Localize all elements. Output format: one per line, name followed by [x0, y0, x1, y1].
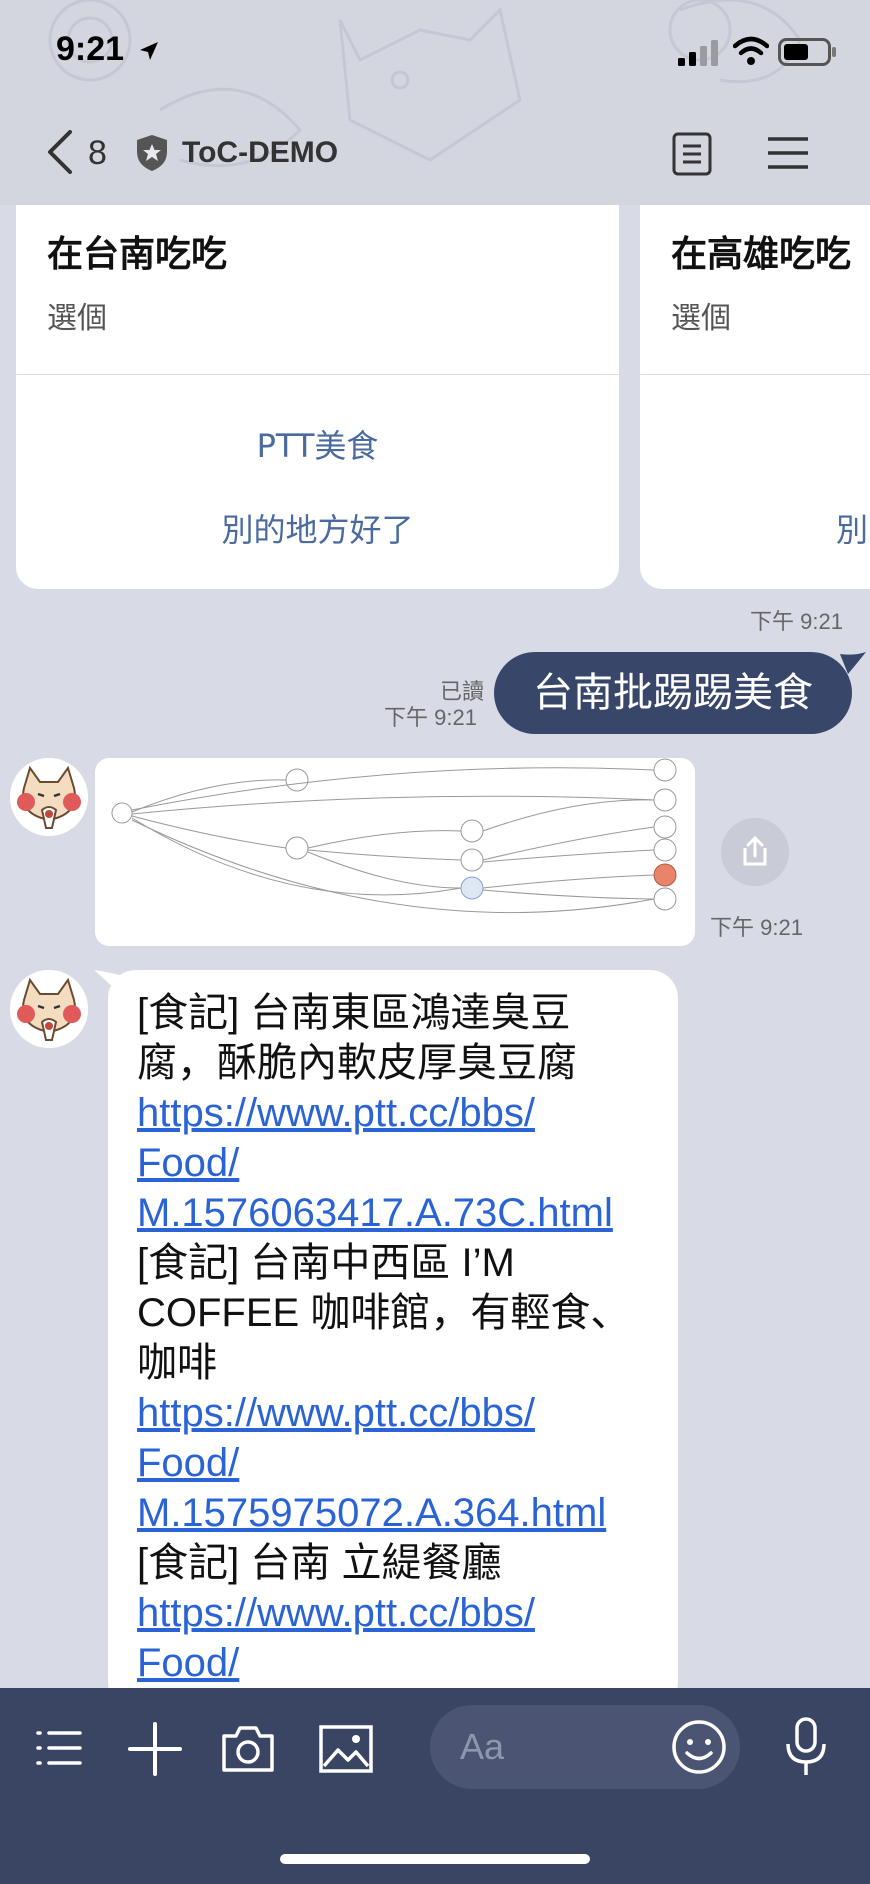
avatar[interactable]: [10, 970, 88, 1048]
message-link[interactable]: https://www.ptt.cc/bbs/: [137, 1088, 535, 1138]
share-button[interactable]: [721, 818, 789, 886]
cat-avatar-icon: [10, 758, 88, 836]
carousel-card-kaohsiung: 在高雄吃吃 選個 別: [640, 205, 870, 589]
image-icon[interactable]: [318, 1724, 374, 1774]
emoji-icon[interactable]: [670, 1718, 728, 1776]
card-title: 在高雄吃吃: [671, 234, 852, 275]
message-text-line: [食記] 台南東區鴻達臭豆: [137, 991, 571, 1035]
chat-title: ToC-DEMO: [182, 136, 339, 169]
message-text-line: 腐，酥脆內軟皮厚臭豆腐: [137, 1041, 577, 1085]
plus-icon[interactable]: [128, 1722, 182, 1776]
message-input[interactable]: [460, 1723, 640, 1771]
state-diagram-image: [111, 758, 677, 914]
card-divider: [16, 374, 619, 375]
card-action-other-place[interactable]: 別的地方好了: [16, 505, 619, 551]
message-link[interactable]: https://www.ptt.cc/bbs/: [137, 1588, 535, 1638]
carousel-timestamp: 下午 9:21: [750, 609, 843, 634]
home-indicator: [280, 1854, 590, 1864]
carousel-card-tainan: 在台南吃吃 選個 PTT美食 別的地方好了: [16, 205, 619, 589]
card-action-ptt-food[interactable]: PTT美食: [16, 421, 619, 467]
header-decoration: [48, 0, 802, 168]
microphone-icon[interactable]: [784, 1716, 828, 1778]
card-title: 在台南吃吃: [47, 234, 228, 275]
notes-icon[interactable]: [672, 132, 712, 176]
card-subtitle: 選個: [671, 301, 731, 336]
menu-icon[interactable]: [766, 136, 810, 170]
signal-icon: [678, 40, 718, 66]
camera-icon[interactable]: [220, 1724, 276, 1774]
outgoing-timestamp: 下午 9:21: [384, 705, 477, 730]
bubble-tail: [840, 652, 866, 674]
message-link[interactable]: Food/: [137, 1438, 239, 1488]
card-action-other-place[interactable]: 別: [836, 505, 868, 551]
message-text-line: [食記] 台南 立緹餐廳: [137, 1541, 502, 1585]
location-arrow-icon: [140, 42, 158, 60]
message-text-line: 咖啡: [137, 1341, 217, 1385]
message-link[interactable]: https://www.ptt.cc/bbs/: [137, 1388, 535, 1438]
cat-avatar-icon: [10, 970, 88, 1048]
header-background: [0, 0, 870, 205]
wifi-icon: [733, 36, 769, 65]
message-link[interactable]: Food/: [137, 1138, 239, 1188]
message-link[interactable]: Food/: [137, 1638, 239, 1688]
unread-count[interactable]: 8: [88, 134, 107, 173]
chevron-left-icon[interactable]: [46, 130, 74, 174]
status-time: 9:21: [56, 30, 125, 68]
message-link[interactable]: M.1575975072.A.364.html: [137, 1488, 606, 1538]
image-message[interactable]: [95, 758, 695, 946]
share-icon: [743, 835, 767, 866]
outgoing-message-bubble[interactable]: 台南批踢踢美食: [494, 652, 852, 734]
card-divider: [640, 374, 870, 375]
card-subtitle: 選個: [47, 301, 107, 336]
shield-icon: [137, 135, 167, 171]
image-timestamp: 下午 9:21: [710, 915, 803, 940]
list-icon[interactable]: [34, 1728, 84, 1768]
avatar[interactable]: [10, 758, 88, 836]
battery-icon: [778, 38, 836, 66]
message-text-line: COFFEE 咖啡館，有輕食、: [137, 1291, 631, 1335]
incoming-message-bubble: [食記] 台南東區鴻達臭豆 腐，酥脆內軟皮厚臭豆腐 https://www.ptt.…: [108, 970, 678, 1710]
message-link[interactable]: M.1576063417.A.73C.html: [137, 1188, 613, 1238]
message-text-line: [食記] 台南中西區 I’M: [137, 1241, 515, 1285]
